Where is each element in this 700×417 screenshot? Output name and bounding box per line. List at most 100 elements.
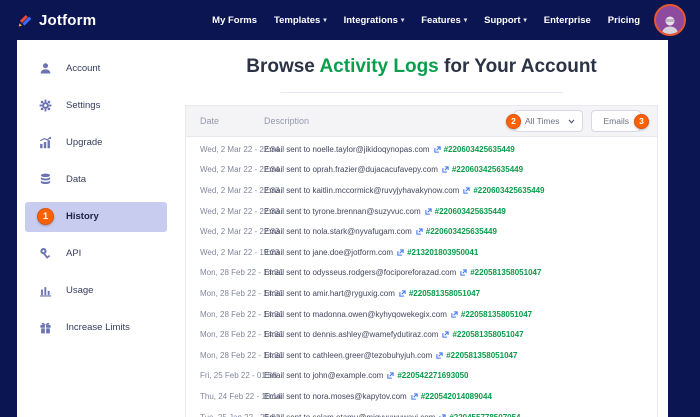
- submission-id-link[interactable]: #220603425635449: [473, 186, 544, 195]
- log-description: Email sent to madonna.owen@kyhyqowekegix…: [264, 310, 532, 319]
- log-row: Mon, 28 Feb 22 - 14:31 Email sent to mado…: [186, 304, 657, 325]
- log-date: Mon, 28 Feb 22 - 14:31: [200, 330, 284, 340]
- log-description: Email sent to oprah.frazier@dujacacufave…: [264, 165, 523, 174]
- external-link-icon[interactable]: [442, 165, 449, 174]
- submission-id-link[interactable]: #213201803950041: [407, 248, 478, 257]
- title-prefix: Browse: [246, 56, 315, 77]
- top-navbar: Jotform My Forms Templates ▾ Integrations ▾ F…: [0, 0, 700, 40]
- external-link-icon[interactable]: [460, 268, 467, 277]
- log-row: Thu, 24 Feb 22 - 18:14 Email sent to nora…: [186, 386, 657, 407]
- external-link-icon[interactable]: [416, 227, 423, 236]
- log-date: Wed, 2 Mar 22 - 22:34: [200, 144, 280, 154]
- external-link-icon[interactable]: [387, 371, 394, 380]
- nav-item-label: My Forms: [212, 14, 258, 26]
- sidebar-item-label: Usage: [66, 285, 94, 296]
- external-link-icon[interactable]: [436, 351, 443, 360]
- nav-item-pricing[interactable]: Pricing: [608, 15, 640, 26]
- sidebar: Account Settings Upgrade Data 1 History API Usa…: [17, 40, 175, 417]
- sidebar-item-data[interactable]: Data: [17, 161, 175, 198]
- log-email: oprah.frazier@dujacacufavepy.com: [312, 165, 438, 175]
- external-link-icon[interactable]: [397, 248, 404, 257]
- sidebar-item-api[interactable]: API: [17, 235, 175, 272]
- column-header-date: Date: [200, 116, 220, 126]
- log-text: Email sent to: [264, 268, 311, 278]
- external-link-icon[interactable]: [411, 392, 418, 401]
- log-text: Email sent to: [264, 206, 311, 216]
- external-link-icon[interactable]: [442, 330, 450, 339]
- user-avatar[interactable]: [654, 4, 686, 36]
- nav-item-enterprise[interactable]: Enterprise: [544, 15, 591, 26]
- log-email: nora.moses@kapytov.com: [312, 391, 407, 401]
- external-link-icon[interactable]: [433, 145, 441, 154]
- submission-id-link[interactable]: #220581358051047: [446, 351, 517, 360]
- submission-id-link[interactable]: #220581358051047: [452, 330, 523, 339]
- log-row: Mon, 28 Feb 22 - 14:31 Email sent to denn…: [186, 324, 657, 345]
- submission-id-link[interactable]: #220455778507054: [449, 413, 520, 417]
- log-email: madonna.owen@kyhyqowekegix.com: [312, 309, 447, 319]
- log-date: Mon, 28 Feb 22 - 14:31: [200, 288, 284, 298]
- external-link-icon[interactable]: [451, 310, 458, 319]
- log-text: Email sent to: [264, 413, 310, 417]
- chart-up-icon: [38, 136, 53, 149]
- sidebar-item-label: Data: [66, 174, 87, 185]
- jotform-logo-icon: [16, 12, 33, 29]
- step-badge-3: 3: [634, 113, 649, 129]
- sidebar-item-increase-limits[interactable]: Increase Limits: [17, 309, 175, 346]
- nav-item-features[interactable]: Features ▾: [421, 15, 467, 26]
- submission-id-link[interactable]: #220603425635449: [426, 227, 497, 236]
- nav-item-label: Pricing: [607, 14, 640, 26]
- log-text: Email sent to: [264, 391, 311, 401]
- log-date: Wed, 2 Mar 22 - 22:33: [200, 227, 280, 237]
- nav-item-label: Support: [484, 14, 521, 26]
- time-filter-value: All Times: [525, 116, 560, 126]
- title-highlight: Activity Logs: [319, 56, 439, 77]
- nav-item-templates[interactable]: Templates ▾: [274, 15, 327, 26]
- key-icon: [38, 247, 53, 260]
- log-date: Wed, 2 Mar 22 - 22:33: [200, 206, 280, 216]
- log-description: Email sent to selam.etamu@miqyvuwuwayi.c…: [264, 413, 521, 417]
- chevron-down-icon: ▾: [523, 17, 527, 24]
- page-title: Browse Activity Logs for Your Account: [185, 56, 658, 78]
- sidebar-item-usage[interactable]: Usage: [17, 272, 175, 309]
- submission-id-link[interactable]: #220581358051047: [470, 268, 541, 277]
- time-filter-dropdown[interactable]: All Times: [514, 110, 584, 132]
- external-link-icon[interactable]: [399, 289, 406, 298]
- nav-item-label: Enterprise: [543, 14, 591, 26]
- log-email: kaitlin.mccormick@ruvyjyhavakynow.com: [312, 185, 460, 195]
- log-email: john@example.com: [312, 371, 384, 381]
- submission-id-link[interactable]: #220542271693050: [397, 371, 468, 380]
- jotform-logo[interactable]: Jotform: [16, 12, 96, 29]
- nav-item-integrations[interactable]: Integrations ▾: [344, 15, 405, 26]
- sidebar-item-settings[interactable]: Settings: [17, 87, 175, 124]
- submission-id-link[interactable]: #220603425635449: [452, 165, 523, 174]
- external-link-icon[interactable]: [425, 207, 432, 216]
- sidebar-item-label: Increase Limits: [66, 322, 130, 333]
- submission-id-link[interactable]: #220603425635449: [435, 207, 506, 216]
- log-text: Email sent to: [264, 350, 311, 360]
- log-row: Mon, 28 Feb 22 - 14:31 Email sent to amir…: [186, 283, 657, 304]
- log-email: odysseus.rodgers@fociporeforazad.com: [312, 268, 457, 278]
- sidebar-item-account[interactable]: Account: [17, 50, 175, 87]
- log-date: Wed, 2 Mar 22 - 22:33: [200, 185, 280, 195]
- submission-id-link[interactable]: #220603425635449: [444, 145, 515, 154]
- nav-item-label: Features: [421, 14, 461, 26]
- log-description: Email sent to jane.doe@jotform.com #21320…: [264, 248, 478, 257]
- chevron-down-icon: ▾: [463, 17, 468, 24]
- sidebar-item-history[interactable]: 1 History: [25, 201, 167, 232]
- external-link-icon[interactable]: [463, 186, 470, 195]
- log-description: Email sent to kaitlin.mccormick@ruvyjyha…: [264, 186, 545, 195]
- log-row: Wed, 2 Mar 22 - 22:34 Email sent to noell…: [186, 139, 657, 160]
- log-text: Email sent to: [264, 165, 311, 175]
- database-icon: [38, 173, 53, 186]
- sidebar-item-label: Upgrade: [66, 137, 103, 148]
- log-email: jane.doe@jotform.com: [312, 247, 394, 257]
- external-link-icon[interactable]: [439, 413, 446, 417]
- nav-item-my-forms[interactable]: My Forms: [212, 15, 257, 26]
- log-email: nola.stark@nyvafugam.com: [312, 227, 412, 237]
- submission-id-link[interactable]: #220581358051047: [409, 289, 480, 298]
- chevron-down-icon: ▾: [323, 17, 327, 24]
- submission-id-link[interactable]: #220581358051047: [461, 310, 532, 319]
- nav-item-support[interactable]: Support ▾: [484, 15, 527, 26]
- sidebar-item-upgrade[interactable]: Upgrade: [17, 124, 175, 161]
- submission-id-link[interactable]: #220542014089044: [421, 392, 492, 401]
